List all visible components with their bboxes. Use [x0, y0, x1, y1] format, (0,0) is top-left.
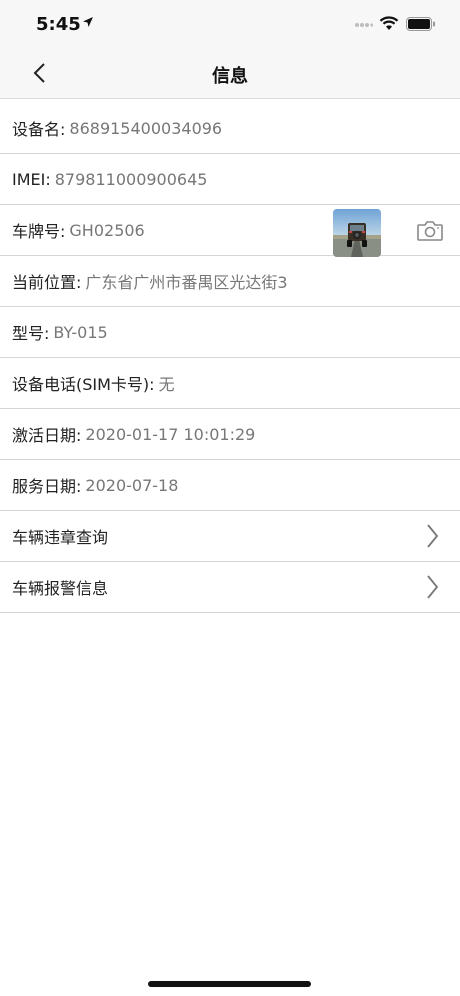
service-date-row: 服务日期: 2020-07-18: [0, 460, 460, 511]
violation-query-label: 车辆违章查询: [12, 528, 109, 547]
navigation-bar: 信息: [0, 48, 460, 99]
alarm-info-label: 车辆报警信息: [12, 579, 109, 598]
model-row: 型号: BY-015: [0, 307, 460, 358]
status-time: 5:45: [36, 14, 81, 35]
wifi-icon: [379, 16, 399, 30]
alarm-info-row[interactable]: 车辆报警信息: [0, 562, 460, 613]
device-phone-value: 无: [158, 375, 175, 394]
imei-label: IMEI:: [12, 169, 51, 189]
model-value: BY-015: [53, 322, 108, 342]
chevron-right-icon: [427, 575, 439, 599]
activation-date-row: 激活日期: 2020-01-17 10:01:29: [0, 409, 460, 460]
service-date-value: 2020-07-18: [85, 475, 179, 495]
plate-number-row: 车牌号: GH02506: [0, 205, 460, 257]
status-bar: 5:45: [0, 0, 460, 48]
device-phone-label: 设备电话(SIM卡号):: [12, 375, 155, 394]
chevron-right-icon: [427, 524, 439, 548]
plate-number-value: GH02506: [69, 220, 145, 240]
device-phone-row: 设备电话(SIM卡号): 无: [0, 358, 460, 409]
model-label: 型号:: [12, 324, 50, 343]
camera-icon[interactable]: [416, 219, 444, 243]
current-location-row: 当前位置: 广东省广州市番禺区光达街3: [0, 256, 460, 307]
imei-row: IMEI: 879811000900645: [0, 154, 460, 205]
plate-number-label: 车牌号:: [12, 222, 66, 241]
page-title: 信息: [212, 66, 248, 87]
current-location-value: 广东省广州市番禺区光达街3: [85, 273, 288, 292]
device-name-row: 设备名: 868915400034096: [0, 103, 460, 154]
cellular-signal-icon: [355, 23, 373, 27]
vehicle-photo-image: [333, 209, 381, 257]
service-date-label: 服务日期:: [12, 477, 82, 496]
location-arrow-icon: [83, 17, 93, 27]
activation-date-label: 激活日期:: [12, 426, 82, 445]
activation-date-value: 2020-01-17 10:01:29: [85, 424, 256, 444]
current-location-label: 当前位置:: [12, 273, 82, 292]
battery-icon: [406, 17, 435, 31]
device-name-label: 设备名:: [12, 120, 66, 139]
violation-query-row[interactable]: 车辆违章查询: [0, 511, 460, 562]
imei-value: 879811000900645: [54, 169, 208, 189]
info-list: 设备名: 868915400034096 IMEI: 8798110009006…: [0, 103, 460, 613]
vehicle-photo-thumbnail[interactable]: [333, 209, 381, 257]
device-name-value: 868915400034096: [69, 118, 223, 138]
home-indicator[interactable]: [148, 981, 311, 987]
